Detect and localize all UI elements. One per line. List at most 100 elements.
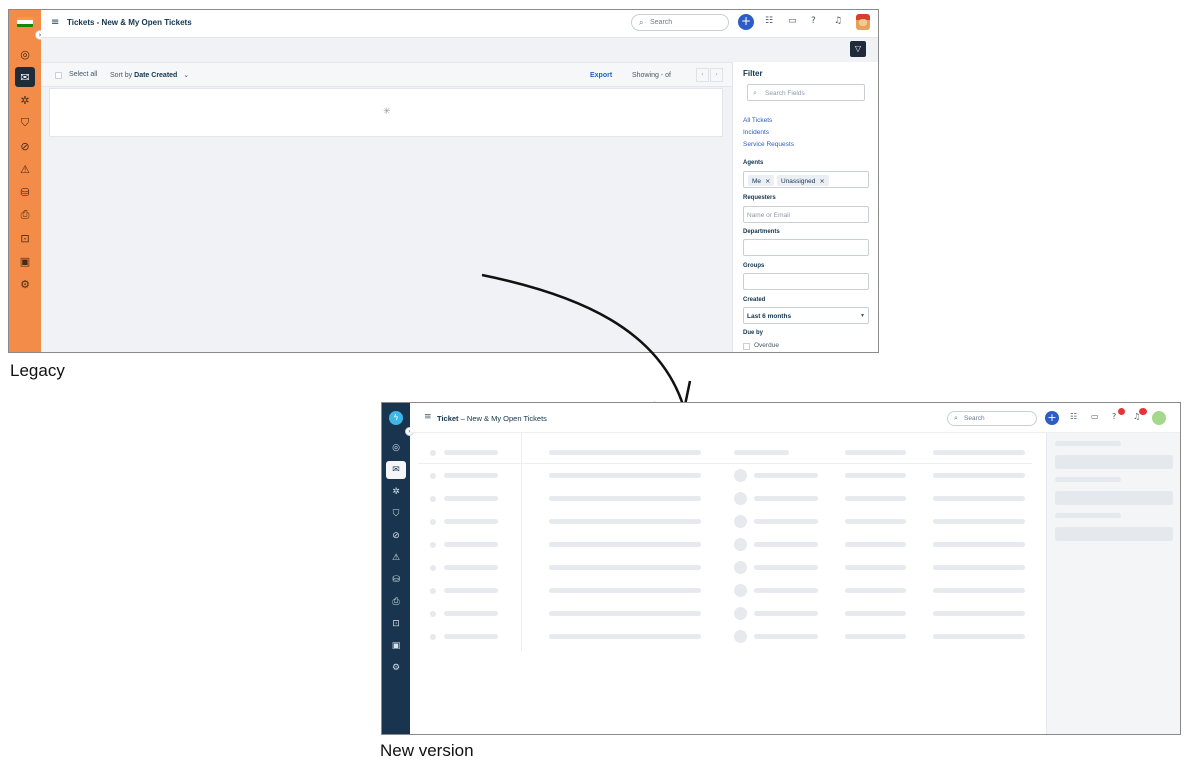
sort-by-prefix: Sort by — [110, 72, 133, 79]
next-page-button[interactable]: › — [710, 68, 723, 82]
remove-icon: × — [819, 177, 825, 185]
skeleton-bar — [845, 450, 906, 455]
column-divider — [521, 433, 522, 651]
assets-icon[interactable]: ⛁ — [386, 571, 406, 589]
skeleton-bar — [754, 542, 818, 547]
title-prefix: Ticket — [437, 414, 459, 423]
agents-label: Agents — [743, 160, 764, 166]
solutions-icon[interactable]: ⊡ — [15, 228, 35, 248]
search-input[interactable]: ⌕ Search — [947, 411, 1037, 426]
agent-chip-unassigned[interactable]: Unassigned × — [777, 175, 829, 186]
new-version-caption: New version — [380, 741, 474, 760]
overdue-checkbox[interactable] — [743, 343, 750, 350]
filter-search-placeholder: Search Fields — [765, 90, 805, 97]
list-toolbar: Select all Sort by Date Created ⌄ Export… — [41, 62, 732, 87]
skeleton-bar — [549, 450, 701, 455]
skeleton-bar — [933, 611, 1025, 616]
menu-icon[interactable]: ≡ — [51, 18, 59, 28]
filter-link-service-requests[interactable]: Service Requests — [743, 141, 794, 148]
filter-link-incidents[interactable]: Incidents — [743, 129, 769, 136]
avatar[interactable] — [1152, 411, 1166, 425]
contracts-icon[interactable]: ⎙ — [15, 205, 35, 225]
logo-icon[interactable]: ϟ — [389, 411, 403, 425]
sort-by-dropdown[interactable]: Sort by Date Created ⌄ — [110, 71, 189, 79]
contracts-icon[interactable]: ⎙ — [386, 593, 406, 611]
prev-page-button[interactable]: ‹ — [696, 68, 709, 82]
skeleton-bar — [1055, 441, 1121, 446]
skeleton-dot — [430, 565, 436, 571]
admin-icon[interactable]: ⚙ — [386, 659, 406, 677]
groups-label: Groups — [743, 263, 765, 269]
notifications-icon[interactable]: ♫ — [834, 16, 842, 26]
skeleton-bar — [754, 519, 818, 524]
todo-icon[interactable]: ☷ — [1070, 412, 1077, 421]
skeleton-bar — [1055, 527, 1173, 541]
skeleton-bar — [1055, 491, 1173, 505]
avatar[interactable] — [856, 14, 870, 30]
skeleton-avatar — [734, 607, 747, 620]
skeleton-dot — [430, 634, 436, 640]
created-value: Last 6 months — [747, 313, 792, 320]
search-input[interactable]: ⌕ Search — [631, 14, 729, 31]
calendar-icon[interactable]: ▭ — [1091, 412, 1099, 421]
alerts-icon[interactable]: ⚠ — [15, 159, 35, 179]
departments-field[interactable] — [743, 239, 869, 256]
menu-icon[interactable]: ≡ — [424, 413, 432, 422]
skeleton-bar — [549, 565, 701, 570]
alerts-icon[interactable]: ⚠ — [386, 549, 406, 567]
tickets-icon[interactable]: ✉ — [386, 461, 406, 479]
calendar-icon[interactable]: ▭ — [788, 16, 797, 26]
skeleton-bar — [933, 496, 1025, 501]
select-all-label[interactable]: Select all — [69, 71, 97, 78]
filter-search-input[interactable]: ⌕ Search Fields — [747, 84, 865, 101]
solutions-icon[interactable]: ⊡ — [386, 615, 406, 633]
skeleton-bar — [845, 588, 906, 593]
export-button[interactable]: Export — [590, 72, 612, 79]
changes-icon[interactable]: ⛉ — [15, 113, 35, 133]
skeleton-bar — [549, 496, 701, 501]
tickets-icon[interactable]: ✉ — [15, 67, 35, 87]
requesters-field[interactable]: Name or Email — [743, 206, 869, 223]
reports-icon[interactable]: ▣ — [386, 637, 406, 655]
search-icon: ⌕ — [753, 89, 757, 97]
reports-icon[interactable]: ▣ — [15, 251, 35, 271]
created-label: Created — [743, 297, 766, 303]
new-sidebar: ϟ ◎ ✉ ✲ ⛉ ⊘ ⚠ ⛁ ⎙ ⊡ ▣ ⚙ — [382, 403, 410, 734]
skeleton-bar — [444, 519, 498, 524]
dashboard-icon[interactable]: ◎ — [386, 439, 406, 457]
groups-field[interactable] — [743, 273, 869, 290]
help-icon[interactable]: ? — [1112, 412, 1116, 421]
help-icon[interactable]: ? — [811, 16, 816, 26]
releases-icon[interactable]: ⊘ — [15, 136, 35, 156]
select-all-checkbox[interactable] — [55, 72, 62, 79]
agent-chip-me[interactable]: Me × — [748, 175, 775, 186]
filter-panel: Filter ⌕ Search Fields All Tickets Incid… — [732, 62, 878, 352]
skeleton-bar — [444, 473, 498, 478]
problems-icon[interactable]: ✲ — [15, 90, 35, 110]
releases-icon[interactable]: ⊘ — [386, 527, 406, 545]
skeleton-avatar — [734, 584, 747, 597]
todo-icon[interactable]: ☷ — [765, 16, 773, 26]
problems-icon[interactable]: ✲ — [386, 483, 406, 501]
agents-field[interactable]: Me × Unassigned × — [743, 171, 869, 188]
skeleton-bar — [933, 542, 1025, 547]
legacy-caption: Legacy — [10, 361, 65, 380]
skeleton-dot — [430, 473, 436, 479]
remove-icon: × — [765, 177, 771, 185]
new-button[interactable]: + — [738, 14, 754, 30]
new-button[interactable]: + — [1045, 411, 1059, 425]
skeleton-bar — [549, 634, 701, 639]
created-select[interactable]: Last 6 months ▾ — [743, 307, 869, 324]
skeleton-bar — [549, 473, 701, 478]
skeleton-bar — [754, 473, 818, 478]
dashboard-icon[interactable]: ◎ — [15, 44, 35, 64]
filter-link-all-tickets[interactable]: All Tickets — [743, 117, 772, 124]
assets-icon[interactable]: ⛁ — [15, 182, 35, 202]
filter-toggle-button[interactable]: ▽ — [850, 41, 866, 57]
skeleton-bar — [845, 542, 906, 547]
requesters-label: Requesters — [743, 195, 776, 201]
flag-icon — [17, 17, 33, 27]
admin-icon[interactable]: ⚙ — [15, 274, 35, 294]
changes-icon[interactable]: ⛉ — [386, 505, 406, 523]
skeleton-avatar — [734, 561, 747, 574]
